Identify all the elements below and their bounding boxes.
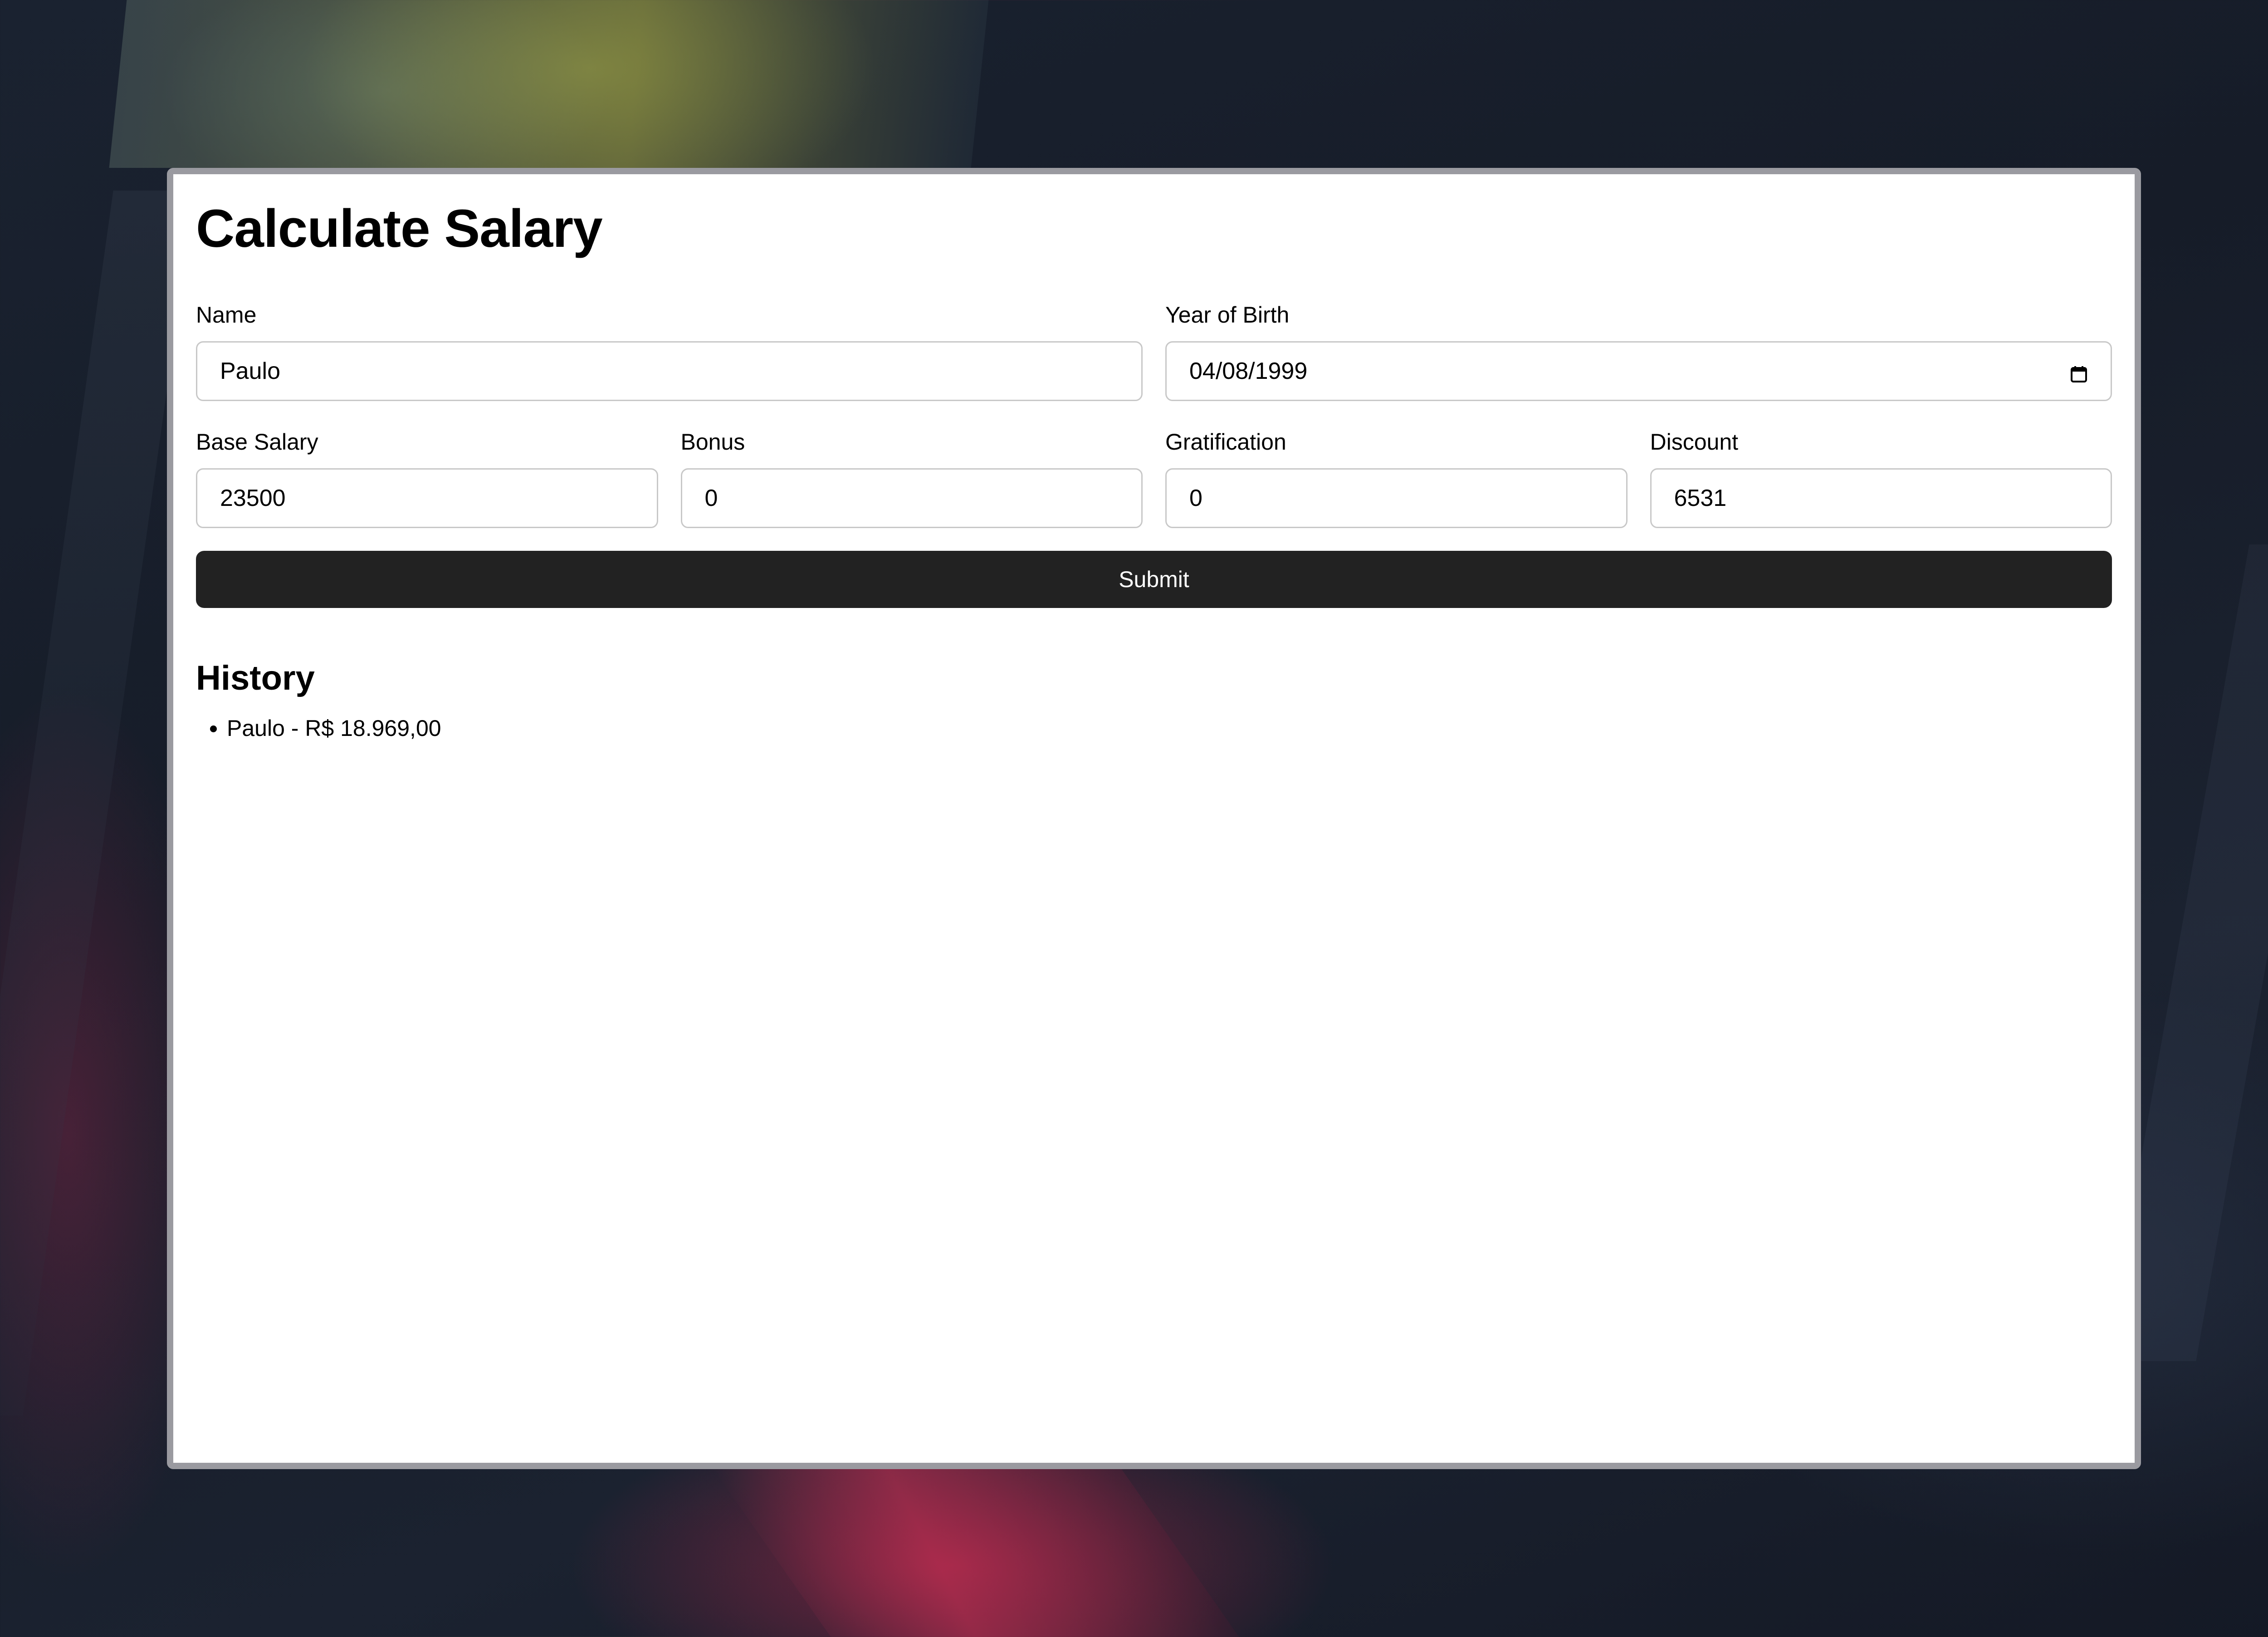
discount-input-value: 6531 [1674, 485, 1727, 511]
app-content: Calculate Salary Name Paulo Year of Birt… [196, 197, 2112, 744]
birth-input-value: 04/08/1999 [1189, 358, 1308, 384]
submit-button[interactable]: Submit [196, 551, 2112, 608]
app-window: Calculate Salary Name Paulo Year of Birt… [167, 168, 2141, 1469]
bonus-input-value: 0 [704, 485, 718, 511]
form-row-amounts: Base Salary 23500 Bonus 0 Gratification … [196, 428, 2112, 528]
bonus-field-group: Bonus 0 [680, 428, 1143, 528]
name-field-group: Name Paulo [196, 301, 1143, 401]
name-input-value: Paulo [220, 358, 280, 384]
discount-input[interactable]: 6531 [1650, 468, 2112, 528]
history-heading: History [196, 659, 315, 697]
calendar-icon[interactable] [2070, 362, 2088, 382]
bonus-input[interactable]: 0 [680, 468, 1143, 528]
history-item: Paulo - R$ 18.969,00 [227, 712, 2112, 744]
discount-label: Discount [1650, 429, 1739, 455]
name-label: Name [196, 302, 257, 328]
base-salary-input[interactable]: 23500 [196, 468, 658, 528]
name-input[interactable]: Paulo [196, 341, 1143, 401]
form-row-identity: Name Paulo Year of Birth 04/08/1999 [196, 301, 2112, 401]
base-salary-input-value: 23500 [220, 485, 286, 511]
birth-label: Year of Birth [1165, 302, 1290, 328]
background-shard [109, 0, 989, 168]
birth-date-input[interactable]: 04/08/1999 [1165, 341, 2112, 401]
background-shard [710, 1465, 1240, 1637]
background-shard [0, 191, 195, 1416]
gratification-label: Gratification [1165, 429, 1286, 455]
history-list: Paulo - R$ 18.969,00 [196, 712, 2112, 744]
page-title: Calculate Salary [196, 199, 603, 259]
gratification-input[interactable]: 0 [1165, 468, 1628, 528]
discount-field-group: Discount 6531 [1650, 428, 2112, 528]
gratification-field-group: Gratification 0 [1165, 428, 1628, 528]
base-salary-field-group: Base Salary 23500 [196, 428, 658, 528]
bonus-label: Bonus [680, 429, 745, 455]
gratification-input-value: 0 [1189, 485, 1202, 511]
base-salary-label: Base Salary [196, 429, 318, 455]
birth-field-group: Year of Birth 04/08/1999 [1165, 301, 2112, 401]
